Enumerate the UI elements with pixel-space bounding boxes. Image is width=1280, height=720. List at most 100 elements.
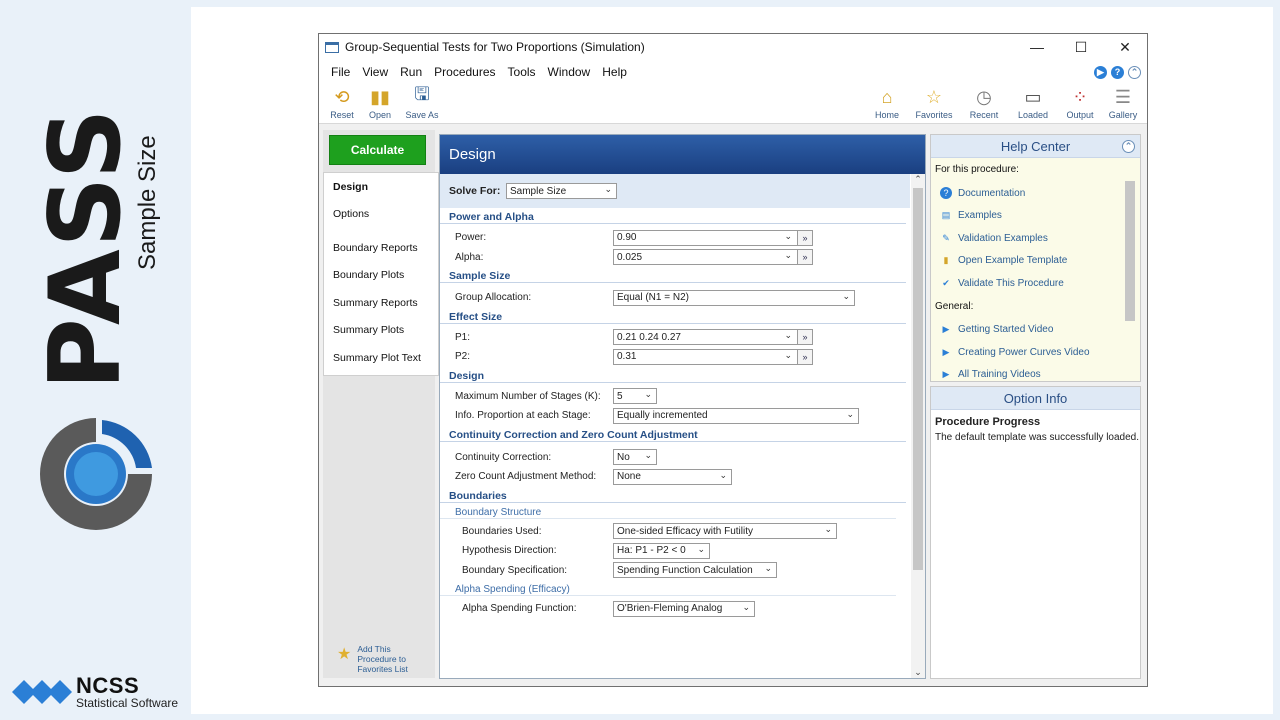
max-stages-select[interactable]: 5 ⌄ (613, 388, 657, 405)
boundary-spec-select[interactable]: Spending Function Calculation ⌄ (613, 562, 777, 579)
option-info-header: Option Info (931, 387, 1140, 410)
collapse-icon[interactable]: ⌃ (1128, 65, 1141, 79)
expand-icon: » (797, 329, 813, 346)
design-form: Power and Alpha Power: 0.90 ⌄» Alpha: 0.0… (440, 208, 910, 678)
save-icon: 🖫 (414, 84, 430, 104)
help-link-training[interactable]: ▶ All Training Videos (935, 364, 1140, 387)
tagline: Sample Size (134, 135, 161, 270)
scroll-up-icon[interactable]: ⌃ (913, 174, 923, 185)
menu-run[interactable]: Run (394, 65, 428, 79)
add-favorite-link[interactable]: ★ Add This Procedure to Favorites List (337, 644, 413, 674)
help-link-examples[interactable]: ▤ Examples (935, 205, 1140, 228)
scroll-thumb[interactable] (1125, 181, 1135, 321)
design-scrollbar[interactable]: ⌃ ⌄ (911, 174, 925, 678)
tab-summary-plot-text[interactable]: Summary Plot Text (324, 344, 438, 372)
menu-file[interactable]: File (325, 65, 356, 79)
zero-count-select[interactable]: None ⌄ (613, 468, 732, 485)
p1-input[interactable]: 0.21 0.24 0.27 ⌄» (613, 329, 813, 346)
alpha-row: Alpha: 0.025 ⌄» (440, 248, 910, 268)
tab-summary-reports[interactable]: Summary Reports (324, 289, 438, 317)
loaded-button[interactable]: ▭ Loaded (1009, 86, 1057, 121)
tab-boundary-plots[interactable]: Boundary Plots (324, 262, 438, 290)
window-title: Group-Sequential Tests for Two Proportio… (345, 40, 645, 54)
option-info-heading: Procedure Progress (935, 416, 1041, 428)
section-boundaries: Boundaries (440, 487, 906, 503)
tab-boundary-reports[interactable]: Boundary Reports (324, 234, 438, 262)
tab-options[interactable]: Options (324, 201, 438, 229)
output-icon: ⁘ (1072, 86, 1088, 107)
section-continuity: Continuity Correction and Zero Count Adj… (440, 426, 906, 442)
reset-button[interactable]: ⟲ Reset (323, 86, 361, 121)
expand-icon: » (797, 229, 813, 246)
option-info-text: The default template was successfully lo… (935, 432, 1139, 443)
play-icon[interactable]: ▶ (1094, 65, 1107, 79)
info-proportion-select[interactable]: Equally incremented ⌄ (613, 407, 859, 424)
favorites-button[interactable]: ☆ Favorites (909, 86, 959, 121)
reset-icon: ⟲ (334, 86, 350, 107)
help-scrollbar[interactable] (1124, 161, 1136, 379)
star-add-icon: ★ (337, 646, 352, 663)
section-effect-size: Effect Size (440, 308, 906, 324)
brand-side: PASS Sample Size NCSS Statistical Softwa… (0, 0, 190, 720)
close-button[interactable]: ✕ (1103, 34, 1147, 60)
continuity-row: Continuity Correction: No ⌄ (440, 448, 910, 468)
home-button[interactable]: ⌂ Home (865, 86, 909, 121)
menu-procedures[interactable]: Procedures (428, 65, 501, 79)
subsection-alpha-spending: Alpha Spending (Efficacy) (440, 580, 896, 596)
solve-for-row: Solve For: Sample Size ⌄ (440, 174, 910, 208)
recent-button[interactable]: ◷ Recent (959, 86, 1009, 121)
p2-input[interactable]: 0.31 ⌄» (613, 348, 813, 365)
scroll-down-icon[interactable]: ⌄ (913, 667, 923, 678)
help-icon: ? (940, 187, 952, 200)
scroll-thumb[interactable] (913, 188, 923, 570)
gallery-icon: ☰ (1114, 86, 1132, 107)
collapse-icon[interactable]: ⌃ (1122, 140, 1135, 153)
group-allocation-select[interactable]: Equal (N1 = N2) ⌄ (613, 289, 855, 306)
calculate-button[interactable]: Calculate (329, 135, 426, 165)
help-for-procedure: For this procedure: (935, 164, 1019, 175)
open-icon: ▮ (943, 255, 949, 266)
menu-help[interactable]: Help (596, 65, 633, 79)
boundaries-used-select[interactable]: One-sided Efficacy with Futility ⌄ (613, 523, 837, 540)
open-button[interactable]: ▮▮ Open (361, 86, 399, 121)
chevron-down-icon: ⌄ (604, 184, 612, 194)
solve-for-select[interactable]: Sample Size ⌄ (506, 183, 617, 199)
title-bar: Group-Sequential Tests for Two Proportio… (319, 34, 1147, 60)
app-window-icon (325, 41, 339, 53)
tab-summary-plots[interactable]: Summary Plots (324, 317, 438, 345)
alpha-spending-select[interactable]: O'Brien-Fleming Analog ⌄ (613, 600, 755, 617)
group-allocation-row: Group Allocation: Equal (N1 = N2) ⌄ (440, 288, 910, 308)
output-button[interactable]: ⁘ Output (1057, 86, 1103, 121)
menu-tools[interactable]: Tools (502, 65, 542, 79)
power-input[interactable]: 0.90 ⌄» (613, 229, 813, 246)
hypothesis-direction-select[interactable]: Ha: P1 - P2 < 0 ⌄ (613, 542, 710, 559)
help-icon[interactable]: ? (1111, 65, 1124, 79)
help-link-open-template[interactable]: ▮ Open Example Template (935, 250, 1140, 273)
boundary-spec-row: Boundary Specification: Spending Functio… (440, 561, 910, 581)
p1-row: P1: 0.21 0.24 0.27 ⌄» (440, 328, 910, 348)
minimize-button[interactable]: — (1015, 34, 1059, 60)
menu-view[interactable]: View (356, 65, 394, 79)
tab-design[interactable]: Design (324, 173, 438, 201)
help-center-header: Help Center ⌃ (931, 135, 1140, 158)
gallery-button[interactable]: ☰ Gallery (1103, 86, 1143, 121)
help-link-getting-started[interactable]: ▶ Getting Started Video (935, 319, 1140, 342)
help-link-power-curves[interactable]: ▶ Creating Power Curves Video (935, 341, 1140, 364)
p2-row: P2: 0.31 ⌄» (440, 347, 910, 367)
left-nav: Calculate Design Options Boundary Report… (323, 130, 439, 678)
help-link-validate[interactable]: ✔ Validate This Procedure (935, 272, 1140, 295)
alpha-input[interactable]: 0.025 ⌄» (613, 249, 813, 266)
clock-icon: ◷ (976, 86, 992, 107)
save-as-button[interactable]: 🖫 Save As (399, 84, 445, 120)
help-link-documentation[interactable]: ? Documentation (935, 182, 1140, 205)
check-icon: ✔ (942, 277, 950, 288)
option-info-panel: Option Info Procedure Progress The defau… (930, 386, 1141, 679)
star-icon: ☆ (925, 86, 943, 107)
menu-window[interactable]: Window (542, 65, 597, 79)
pass-logo-text: PASS (29, 106, 143, 390)
help-link-validation-examples[interactable]: ✎ Validation Examples (935, 227, 1140, 250)
maximize-button[interactable]: ☐ (1059, 34, 1103, 60)
subsection-boundary-structure: Boundary Structure (440, 503, 896, 519)
continuity-select[interactable]: No ⌄ (613, 449, 657, 466)
toolbar: ⟲ Reset ▮▮ Open 🖫 Save As ⌂ Home ☆ Favor… (319, 84, 1147, 124)
